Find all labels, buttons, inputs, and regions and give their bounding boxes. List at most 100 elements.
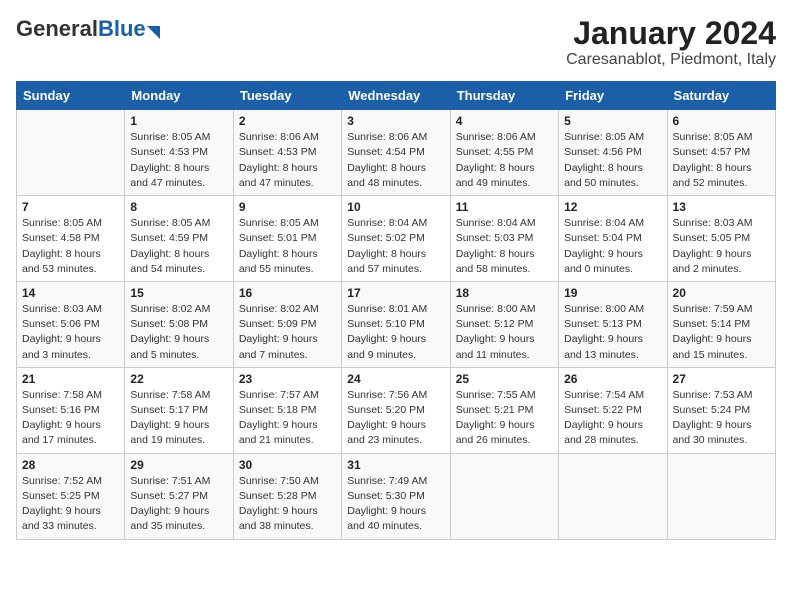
day-info: Sunrise: 7:49 AM Sunset: 5:30 PM Dayligh…: [347, 474, 444, 535]
day-info: Sunrise: 8:00 AM Sunset: 5:13 PM Dayligh…: [564, 302, 661, 363]
calendar-cell: 9 Sunrise: 8:05 AM Sunset: 5:01 PM Daylig…: [233, 196, 341, 282]
day-info: Sunrise: 8:06 AM Sunset: 4:54 PM Dayligh…: [347, 130, 444, 191]
calendar-cell: [667, 453, 775, 539]
calendar-cell: 23Sunrise: 7:57 AM Sunset: 5:18 PM Dayli…: [233, 367, 341, 453]
calendar-cell: 1 Sunrise: 8:05 AM Sunset: 4:53 PM Daylig…: [125, 110, 233, 196]
calendar-cell: 12Sunrise: 8:04 AM Sunset: 5:04 PM Dayli…: [559, 196, 667, 282]
logo: General Blue: [16, 16, 160, 42]
column-headers: SundayMondayTuesdayWednesdayThursdayFrid…: [17, 82, 776, 110]
col-header-wednesday: Wednesday: [342, 82, 450, 110]
day-number: 26: [564, 372, 661, 386]
day-info: Sunrise: 7:58 AM Sunset: 5:17 PM Dayligh…: [130, 388, 227, 449]
day-number: 8: [130, 200, 227, 214]
day-info: Sunrise: 8:05 AM Sunset: 5:01 PM Dayligh…: [239, 216, 336, 277]
day-info: Sunrise: 8:03 AM Sunset: 5:05 PM Dayligh…: [673, 216, 770, 277]
day-number: 17: [347, 286, 444, 300]
day-info: Sunrise: 8:01 AM Sunset: 5:10 PM Dayligh…: [347, 302, 444, 363]
calendar-cell: 18 Sunrise: 8:00 AM Sunset: 5:12 PM Dayli…: [450, 281, 558, 367]
day-number: 20: [673, 286, 770, 300]
day-number: 7: [22, 200, 119, 214]
day-info: Sunrise: 8:06 AM Sunset: 4:55 PM Dayligh…: [456, 130, 553, 191]
col-header-monday: Monday: [125, 82, 233, 110]
day-info: Sunrise: 8:00 AM Sunset: 5:12 PM Dayligh…: [456, 302, 553, 363]
calendar-cell: [17, 110, 125, 196]
day-number: 11: [456, 200, 553, 214]
calendar-cell: 17 Sunrise: 8:01 AM Sunset: 5:10 PM Dayli…: [342, 281, 450, 367]
calendar-cell: 3 Sunrise: 8:06 AM Sunset: 4:54 PM Daylig…: [342, 110, 450, 196]
day-info: Sunrise: 7:58 AM Sunset: 5:16 PM Dayligh…: [22, 388, 119, 449]
day-info: Sunrise: 8:04 AM Sunset: 5:04 PM Dayligh…: [564, 216, 661, 277]
col-header-tuesday: Tuesday: [233, 82, 341, 110]
page-subtitle: Caresanablot, Piedmont, Italy: [566, 51, 776, 69]
calendar-cell: [450, 453, 558, 539]
day-info: Sunrise: 8:04 AM Sunset: 5:02 PM Dayligh…: [347, 216, 444, 277]
logo-arrow-icon: [147, 26, 160, 39]
day-info: Sunrise: 7:56 AM Sunset: 5:20 PM Dayligh…: [347, 388, 444, 449]
day-number: 31: [347, 458, 444, 472]
title-block: January 2024 Caresanablot, Piedmont, Ita…: [566, 16, 776, 69]
day-info: Sunrise: 7:54 AM Sunset: 5:22 PM Dayligh…: [564, 388, 661, 449]
calendar-cell: 7 Sunrise: 8:05 AM Sunset: 4:58 PM Daylig…: [17, 196, 125, 282]
day-number: 18: [456, 286, 553, 300]
day-number: 23: [239, 372, 336, 386]
day-number: 22: [130, 372, 227, 386]
day-number: 9: [239, 200, 336, 214]
day-number: 24: [347, 372, 444, 386]
day-info: Sunrise: 7:55 AM Sunset: 5:21 PM Dayligh…: [456, 388, 553, 449]
col-header-thursday: Thursday: [450, 82, 558, 110]
day-info: Sunrise: 7:53 AM Sunset: 5:24 PM Dayligh…: [673, 388, 770, 449]
day-number: 13: [673, 200, 770, 214]
day-info: Sunrise: 8:04 AM Sunset: 5:03 PM Dayligh…: [456, 216, 553, 277]
day-info: Sunrise: 8:02 AM Sunset: 5:09 PM Dayligh…: [239, 302, 336, 363]
day-number: 14: [22, 286, 119, 300]
calendar-cell: 4Sunrise: 8:06 AM Sunset: 4:55 PM Daylig…: [450, 110, 558, 196]
day-number: 10: [347, 200, 444, 214]
calendar-cell: 13 Sunrise: 8:03 AM Sunset: 5:05 PM Dayli…: [667, 196, 775, 282]
calendar-cell: 22 Sunrise: 7:58 AM Sunset: 5:17 PM Dayli…: [125, 367, 233, 453]
col-header-saturday: Saturday: [667, 82, 775, 110]
calendar-cell: [559, 453, 667, 539]
calendar-cell: 16Sunrise: 8:02 AM Sunset: 5:09 PM Dayli…: [233, 281, 341, 367]
calendar-cell: 5Sunrise: 8:05 AM Sunset: 4:56 PM Daylig…: [559, 110, 667, 196]
day-info: Sunrise: 7:59 AM Sunset: 5:14 PM Dayligh…: [673, 302, 770, 363]
day-number: 25: [456, 372, 553, 386]
logo-general: General: [16, 16, 98, 42]
calendar-cell: 29 Sunrise: 7:51 AM Sunset: 5:27 PM Dayli…: [125, 453, 233, 539]
calendar-cell: 14Sunrise: 8:03 AM Sunset: 5:06 PM Dayli…: [17, 281, 125, 367]
day-number: 29: [130, 458, 227, 472]
day-number: 1: [130, 114, 227, 128]
day-info: Sunrise: 8:06 AM Sunset: 4:53 PM Dayligh…: [239, 130, 336, 191]
calendar-cell: 15Sunrise: 8:02 AM Sunset: 5:08 PM Dayli…: [125, 281, 233, 367]
day-info: Sunrise: 8:05 AM Sunset: 4:59 PM Dayligh…: [130, 216, 227, 277]
day-number: 2: [239, 114, 336, 128]
day-number: 5: [564, 114, 661, 128]
day-number: 30: [239, 458, 336, 472]
calendar-cell: 25 Sunrise: 7:55 AM Sunset: 5:21 PM Dayli…: [450, 367, 558, 453]
day-number: 15: [130, 286, 227, 300]
day-info: Sunrise: 7:51 AM Sunset: 5:27 PM Dayligh…: [130, 474, 227, 535]
day-info: Sunrise: 8:05 AM Sunset: 4:53 PM Dayligh…: [130, 130, 227, 191]
col-header-friday: Friday: [559, 82, 667, 110]
calendar-cell: 19 Sunrise: 8:00 AM Sunset: 5:13 PM Dayli…: [559, 281, 667, 367]
calendar-cell: 20 Sunrise: 7:59 AM Sunset: 5:14 PM Dayli…: [667, 281, 775, 367]
calendar-cell: 26 Sunrise: 7:54 AM Sunset: 5:22 PM Dayli…: [559, 367, 667, 453]
calendar-cell: 21 Sunrise: 7:58 AM Sunset: 5:16 PM Dayli…: [17, 367, 125, 453]
week-row-3: 14Sunrise: 8:03 AM Sunset: 5:06 PM Dayli…: [17, 281, 776, 367]
week-row-2: 7 Sunrise: 8:05 AM Sunset: 4:58 PM Daylig…: [17, 196, 776, 282]
calendar-cell: 6 Sunrise: 8:05 AM Sunset: 4:57 PM Daylig…: [667, 110, 775, 196]
calendar-cell: 30Sunrise: 7:50 AM Sunset: 5:28 PM Dayli…: [233, 453, 341, 539]
page-title: January 2024: [566, 16, 776, 51]
calendar-table: SundayMondayTuesdayWednesdayThursdayFrid…: [16, 81, 776, 539]
day-number: 6: [673, 114, 770, 128]
page-header: General Blue January 2024 Caresanablot, …: [16, 16, 776, 69]
day-number: 3: [347, 114, 444, 128]
day-number: 19: [564, 286, 661, 300]
col-header-sunday: Sunday: [17, 82, 125, 110]
day-info: Sunrise: 8:05 AM Sunset: 4:58 PM Dayligh…: [22, 216, 119, 277]
day-info: Sunrise: 8:05 AM Sunset: 4:57 PM Dayligh…: [673, 130, 770, 191]
day-number: 21: [22, 372, 119, 386]
calendar-cell: 8 Sunrise: 8:05 AM Sunset: 4:59 PM Daylig…: [125, 196, 233, 282]
calendar-cell: 2 Sunrise: 8:06 AM Sunset: 4:53 PM Daylig…: [233, 110, 341, 196]
day-number: 27: [673, 372, 770, 386]
day-number: 28: [22, 458, 119, 472]
